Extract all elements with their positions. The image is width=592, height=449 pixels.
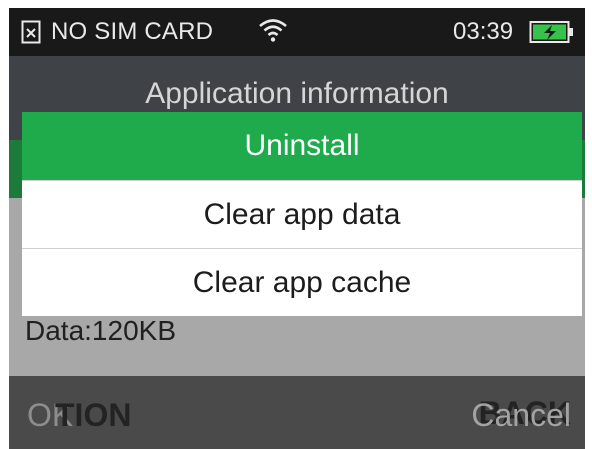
page-title: Application information [145, 77, 449, 110]
menu-item-uninstall[interactable]: Uninstall [22, 112, 582, 180]
wifi-icon [259, 19, 287, 42]
option-softkey-ghost: TION [55, 397, 132, 433]
data-size-label: Data:120KB [25, 315, 176, 346]
status-bar: NO SIM CARD 03:39 [9, 8, 585, 56]
softkey-bar: OK TION BACK Cancel [9, 376, 585, 449]
cancel-softkey[interactable]: Cancel [471, 396, 571, 434]
app-actions-menu: Uninstall Clear app data Clear app cache [22, 112, 582, 316]
battery-charging-icon [529, 21, 573, 43]
sim-status-text: NO SIM CARD [51, 18, 214, 45]
no-sim-icon [21, 20, 41, 44]
menu-item-clear-app-data[interactable]: Clear app data [22, 180, 582, 248]
phone-screen: NO SIM CARD 03:39 Application informatio… [0, 0, 592, 449]
menu-item-clear-app-cache[interactable]: Clear app cache [22, 248, 582, 316]
clock: 03:39 [453, 18, 514, 45]
